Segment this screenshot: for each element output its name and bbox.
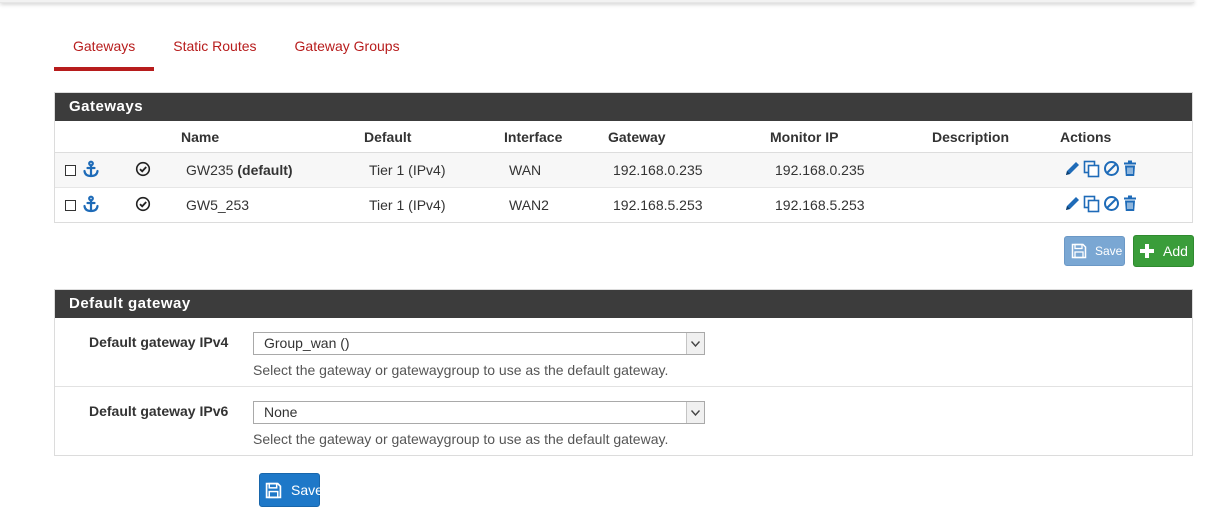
column-header-default: Default <box>364 121 504 153</box>
table-header-row: Name Default Interface Gateway Monitor I… <box>55 121 1192 153</box>
default-gateway-ipv4-label: Default gateway IPv4 <box>89 334 229 350</box>
default-gateway-panel: Default gateway Default gateway IPv4 Gro… <box>54 289 1193 456</box>
chevron-down-icon <box>686 402 704 423</box>
gateway-monitor-ip: 192.168.0.235 <box>775 162 865 178</box>
anchor-icon[interactable] <box>82 160 100 181</box>
row-select-checkbox[interactable] <box>65 199 76 211</box>
table-row: GW235 (default) Tier 1 (IPv4) WAN 192.16… <box>55 152 1192 188</box>
column-header-actions: Actions <box>1060 121 1192 153</box>
row-select-checkbox[interactable] <box>65 164 76 176</box>
disable-icon[interactable] <box>1103 195 1120 215</box>
default-gateway-ipv4-value: Group_wan () <box>264 335 350 351</box>
pencil-icon[interactable] <box>1064 195 1081 215</box>
default-gateway-ipv6-row: Default gateway IPv6 None Select the gat… <box>55 387 1192 455</box>
gateways-panel: Gateways Name Default Interface Gateway … <box>54 92 1193 223</box>
default-gateway-ipv4-select[interactable]: Group_wan () <box>253 332 705 355</box>
trash-icon[interactable] <box>1122 195 1138 215</box>
default-gateway-panel-title: Default gateway <box>55 290 1192 318</box>
column-header-description: Description <box>932 121 1060 153</box>
gateway-monitor-ip: 192.168.5.253 <box>775 197 865 213</box>
add-gateway-label: Add <box>1163 243 1188 259</box>
gateways-table: Name Default Interface Gateway Monitor I… <box>55 121 1192 222</box>
top-panel-edge <box>0 0 1194 3</box>
default-tag: (default) <box>237 162 293 178</box>
table-row: GW5_253 Tier 1 (IPv4) WAN2 192.168.5.253… <box>55 188 1192 223</box>
save-order-label: Save <box>1095 244 1123 258</box>
tab-gateways[interactable]: Gateways <box>54 30 155 71</box>
save-order-button[interactable]: Save <box>1064 236 1125 266</box>
default-gateway-ipv6-help: Select the gateway or gatewaygroup to us… <box>253 431 669 447</box>
gateway-default: Tier 1 (IPv4) <box>369 197 446 213</box>
gateway-interface: WAN2 <box>509 197 549 213</box>
column-header-name: Name <box>181 121 364 153</box>
default-gateway-ipv6-label: Default gateway IPv6 <box>89 403 229 419</box>
gateway-address: 192.168.5.253 <box>613 197 703 213</box>
disable-icon[interactable] <box>1103 160 1120 180</box>
check-circle-icon <box>135 161 151 180</box>
default-gateway-ipv6-value: None <box>264 404 298 420</box>
gateway-default: Tier 1 (IPv4) <box>369 162 446 178</box>
plus-icon <box>1140 244 1154 258</box>
check-circle-icon <box>135 196 151 215</box>
anchor-icon[interactable] <box>82 195 100 216</box>
default-gateway-ipv4-help: Select the gateway or gatewaygroup to us… <box>253 362 669 378</box>
gateway-name: GW5_253 <box>186 197 250 213</box>
pencil-icon[interactable] <box>1064 160 1081 180</box>
default-gateway-ipv4-row: Default gateway IPv4 Group_wan () Select… <box>55 318 1192 387</box>
save-icon <box>1071 243 1087 259</box>
gateway-address: 192.168.0.235 <box>613 162 703 178</box>
save-button-label: Save <box>291 482 323 498</box>
trash-icon[interactable] <box>1122 160 1138 180</box>
save-button[interactable]: Save <box>259 473 323 507</box>
tab-bar: Gateways Static Routes Gateway Groups <box>54 30 419 71</box>
copy-icon[interactable] <box>1083 195 1101 216</box>
save-icon <box>265 482 282 499</box>
gateways-panel-title: Gateways <box>55 93 1192 121</box>
gateway-name: GW235 <box>186 162 234 178</box>
default-gateway-ipv6-select[interactable]: None <box>253 401 705 424</box>
add-gateway-button[interactable]: Add <box>1133 235 1194 267</box>
column-header-gateway: Gateway <box>608 121 770 153</box>
column-header-interface: Interface <box>504 121 608 153</box>
column-header-monitor-ip: Monitor IP <box>770 121 932 153</box>
chevron-down-icon <box>686 333 704 354</box>
tab-gateway-groups[interactable]: Gateway Groups <box>276 30 419 62</box>
tab-static-routes[interactable]: Static Routes <box>154 30 275 62</box>
gateway-interface: WAN <box>509 162 542 178</box>
copy-icon[interactable] <box>1083 160 1101 181</box>
